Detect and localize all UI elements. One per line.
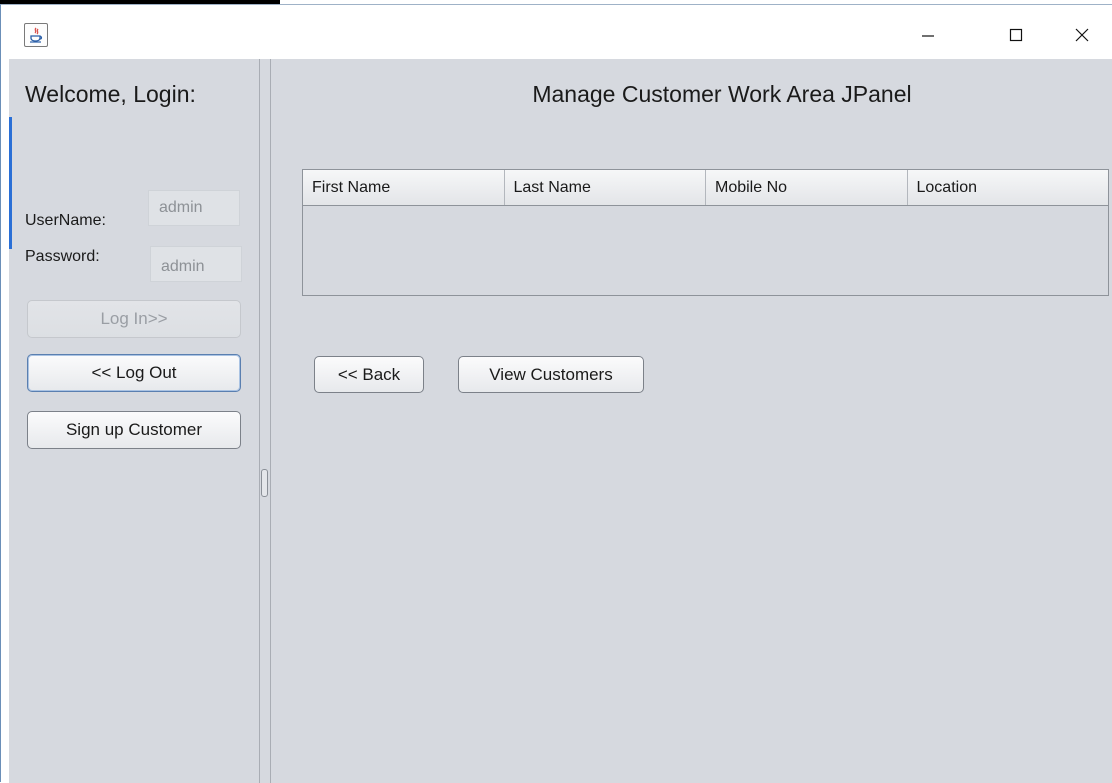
- password-label: Password:: [25, 248, 100, 265]
- column-header-last-name[interactable]: Last Name: [505, 170, 706, 205]
- app-window: Welcome, Login: UserName: admin Password…: [0, 4, 1112, 783]
- minimize-button[interactable]: [905, 19, 951, 51]
- login-panel: Welcome, Login: UserName: admin Password…: [9, 59, 259, 783]
- split-divider[interactable]: [259, 59, 271, 783]
- column-header-first-name[interactable]: First Name: [303, 170, 505, 205]
- signup-customer-button[interactable]: Sign up Customer: [27, 411, 241, 449]
- divider-grip[interactable]: [261, 469, 268, 497]
- column-header-mobile-no[interactable]: Mobile No: [706, 170, 908, 205]
- title-bar[interactable]: [1, 5, 1112, 59]
- page-title: Manage Customer Work Area JPanel: [532, 81, 912, 107]
- customer-work-area: Manage Customer Work Area JPanel First N…: [272, 59, 1112, 783]
- focus-accent-bar: [9, 117, 12, 249]
- table-header: First Name Last Name Mobile No Location: [303, 170, 1108, 206]
- logout-button[interactable]: << Log Out: [27, 354, 241, 392]
- java-icon: [24, 23, 48, 47]
- close-icon: [1075, 28, 1089, 42]
- column-header-location[interactable]: Location: [908, 170, 1109, 205]
- back-button[interactable]: << Back: [314, 356, 424, 393]
- login-button[interactable]: Log In>>: [27, 300, 241, 338]
- customer-table[interactable]: First Name Last Name Mobile No Location: [302, 169, 1109, 296]
- minimize-icon: [922, 35, 934, 37]
- split-pane: Welcome, Login: UserName: admin Password…: [9, 59, 1112, 783]
- view-customers-button[interactable]: View Customers: [458, 356, 644, 393]
- maximize-icon: [1009, 28, 1023, 42]
- username-field[interactable]: admin: [148, 190, 240, 226]
- welcome-heading: Welcome, Login:: [25, 81, 196, 107]
- close-button[interactable]: [1059, 19, 1105, 51]
- maximize-button[interactable]: [993, 19, 1039, 51]
- password-field[interactable]: admin: [150, 246, 242, 282]
- username-label: UserName:: [25, 212, 106, 229]
